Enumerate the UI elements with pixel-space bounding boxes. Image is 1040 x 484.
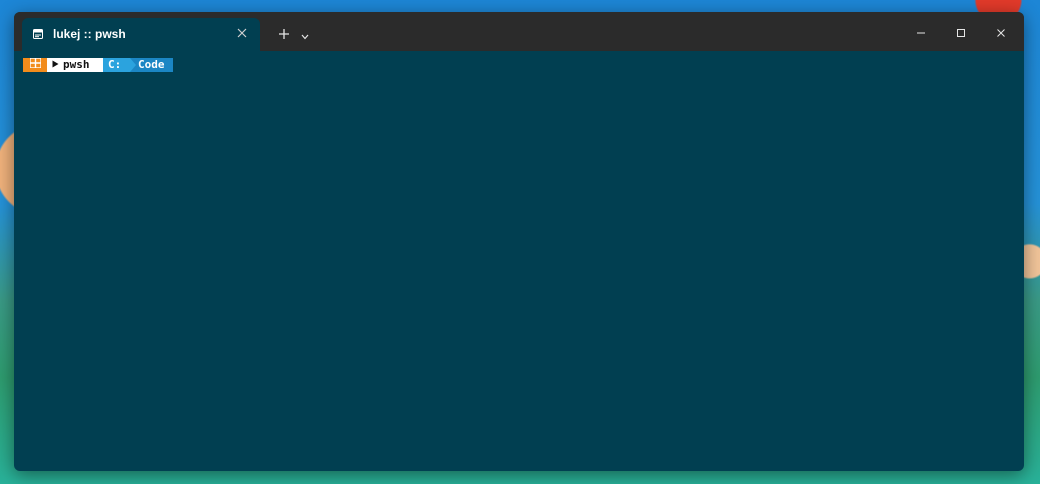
tab-pwsh[interactable]: lukej :: pwsh [22, 18, 260, 51]
prompt-directory-segment: Code [130, 58, 173, 72]
terminal-window[interactable]: lukej :: pwsh pwsh C: Code [14, 12, 1024, 471]
title-bar[interactable]: lukej :: pwsh [14, 12, 1024, 51]
windows-logo-icon [28, 57, 42, 72]
chevron-down-icon[interactable] [299, 31, 311, 43]
maximize-icon[interactable] [949, 22, 973, 44]
prompt-shell-segment: pwsh [47, 58, 103, 72]
play-triangle-icon [52, 58, 59, 72]
close-icon[interactable] [989, 22, 1013, 44]
close-tab-icon[interactable] [234, 25, 250, 41]
shell-prompt: pwsh C: Code [23, 57, 173, 72]
prompt-os-segment [23, 57, 47, 72]
prompt-drive-segment: C: [103, 58, 136, 72]
prompt-drive: C: [108, 58, 122, 71]
prompt-shell-name: pwsh [63, 58, 90, 71]
plus-icon[interactable] [276, 26, 292, 42]
powerline-separator [130, 58, 136, 72]
tab-title: lukej :: pwsh [53, 27, 126, 41]
terminal-icon [33, 28, 43, 39]
minimize-icon[interactable] [909, 22, 933, 44]
prompt-directory: Code [138, 58, 165, 71]
